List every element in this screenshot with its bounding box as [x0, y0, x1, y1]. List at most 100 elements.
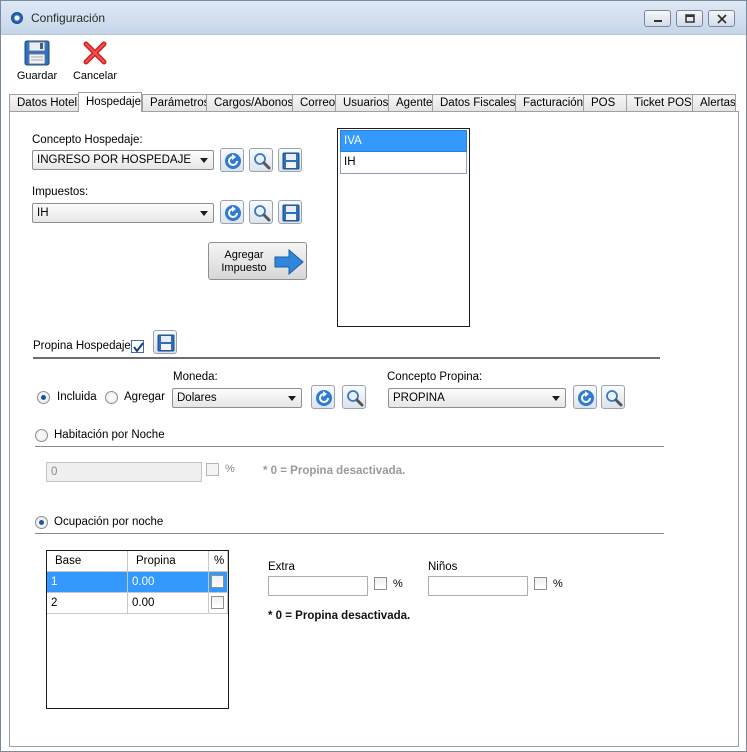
refresh-icon	[225, 205, 241, 221]
arrow-right-icon	[274, 249, 304, 275]
ninos-pct-checkbox[interactable]	[534, 577, 547, 590]
incluida-radio[interactable]	[37, 391, 50, 404]
tab-correo[interactable]: Correo	[292, 94, 336, 111]
cancel-button[interactable]: Cancelar	[71, 37, 119, 87]
search-icon	[347, 390, 364, 407]
grid-cell-propina[interactable]: 0.00	[128, 572, 209, 593]
configuracion-window: Configuración Guardar Cancelar Datos Hot…	[0, 0, 747, 752]
row-pct-checkbox[interactable]	[211, 575, 224, 588]
ocupacion-grid[interactable]: Base Propina % 1 0.00 2 0.00	[46, 550, 229, 709]
tab-alertas[interactable]: Alertas	[692, 94, 736, 111]
floppy-disk-icon	[24, 40, 50, 66]
extra-input[interactable]	[268, 576, 368, 596]
ninos-input[interactable]	[428, 576, 528, 596]
save-propina-button[interactable]	[153, 330, 177, 354]
tab-agente[interactable]: Agente	[388, 94, 433, 111]
ocupacion-note: * 0 = Propina desactivada.	[268, 610, 411, 622]
moneda-label: Moneda:	[173, 371, 218, 383]
search-icon	[254, 205, 271, 222]
concepto-hospedaje-label: Concepto Hospedaje:	[32, 134, 143, 146]
impuestos-value: IH	[37, 207, 49, 219]
habitacion-pct-checkbox[interactable]	[206, 463, 219, 476]
grid-cell-base[interactable]: 1	[47, 572, 128, 593]
list-item[interactable]: IVA	[340, 130, 467, 152]
ocupacion-por-noche-radio[interactable]	[35, 516, 48, 529]
grid-header-propina[interactable]: Propina	[128, 551, 209, 572]
search-impuestos-button[interactable]	[249, 200, 273, 224]
impuestos-select[interactable]: IH	[32, 203, 214, 223]
row-pct-checkbox[interactable]	[211, 596, 224, 609]
extra-pct-checkbox[interactable]	[374, 577, 387, 590]
tab-cargos-abonos[interactable]: Cargos/Abonos	[206, 94, 293, 111]
divider	[35, 533, 664, 534]
impuestos-label: Impuestos:	[32, 186, 89, 198]
habitacion-propina-input[interactable]: 0	[46, 462, 202, 482]
concepto-propina-label: Concepto Propina:	[387, 371, 483, 383]
restore-icon	[685, 14, 695, 23]
ninos-label: Niños	[428, 561, 458, 573]
tab-usuarios[interactable]: Usuarios	[335, 94, 389, 111]
propina-hospedaje-label: Propina Hospedaje	[33, 340, 131, 352]
refresh-icon	[316, 390, 332, 406]
tab-datos-fiscales[interactable]: Datos Fiscales	[432, 94, 516, 111]
refresh-icon	[225, 153, 241, 169]
checkmark-icon	[133, 342, 144, 353]
concepto-propina-value: PROPINA	[393, 392, 445, 404]
divider	[33, 357, 660, 359]
agregar-impuesto-button[interactable]: Agregar Impuesto	[208, 242, 307, 280]
tab-strip: Datos Hotel Hospedaje Parámetros Cargos/…	[9, 92, 739, 112]
refresh-concepto-button[interactable]	[220, 148, 244, 172]
save-button[interactable]: Guardar	[13, 37, 61, 87]
search-icon	[254, 153, 271, 170]
refresh-concepto-propina-button[interactable]	[573, 385, 597, 409]
concepto-propina-select[interactable]: PROPINA	[388, 388, 566, 408]
habitacion-por-noche-label: Habitación por Noche	[54, 429, 165, 441]
refresh-impuestos-button[interactable]	[220, 200, 244, 224]
moneda-value: Dolares	[177, 392, 217, 404]
propina-hospedaje-checkbox[interactable]	[131, 340, 144, 353]
chevron-down-icon	[200, 211, 208, 216]
window-title: Configuración	[31, 11, 106, 25]
save-label: Guardar	[16, 70, 58, 82]
search-concepto-button[interactable]	[249, 148, 273, 172]
grid-cell-pct[interactable]	[209, 572, 228, 593]
grid-header-base[interactable]: Base	[47, 551, 128, 572]
minimize-button[interactable]	[644, 10, 671, 27]
list-item[interactable]: IH	[340, 152, 467, 174]
moneda-select[interactable]: Dolares	[172, 388, 302, 408]
close-button[interactable]	[708, 10, 735, 27]
close-icon	[717, 14, 727, 24]
search-icon	[606, 390, 623, 407]
ocupacion-por-noche-label: Ocupación por noche	[54, 516, 164, 528]
save-concepto-button[interactable]	[278, 148, 302, 172]
refresh-moneda-button[interactable]	[311, 385, 335, 409]
incluida-label: Incluida	[57, 391, 97, 403]
taxes-listbox[interactable]: IVA IH	[337, 128, 470, 327]
tab-datos-hotel[interactable]: Datos Hotel	[9, 94, 79, 111]
concepto-hospedaje-value: INGRESO POR HOSPEDAJE	[37, 154, 192, 166]
chevron-down-icon	[200, 158, 208, 163]
search-concepto-propina-button[interactable]	[601, 385, 625, 409]
grid-header-pct[interactable]: %	[209, 551, 228, 572]
agregar-radio[interactable]	[105, 391, 118, 404]
grid-cell-base[interactable]: 2	[47, 593, 128, 614]
divider	[35, 446, 664, 447]
tab-ticket-pos[interactable]: Ticket POS	[626, 94, 693, 111]
habitacion-por-noche-radio[interactable]	[35, 429, 48, 442]
extra-label: Extra	[268, 561, 295, 573]
tab-parametros[interactable]: Parámetros	[142, 94, 207, 111]
maximize-button[interactable]	[676, 10, 703, 27]
tab-hospedaje[interactable]: Hospedaje	[78, 92, 142, 112]
floppy-disk-icon	[157, 334, 175, 352]
grid-cell-propina[interactable]: 0.00	[128, 593, 209, 614]
floppy-disk-icon	[282, 204, 300, 222]
extra-pct-label: %	[393, 578, 403, 590]
habitacion-note: * 0 = Propina desactivada.	[263, 465, 406, 477]
concepto-hospedaje-select[interactable]: INGRESO POR HOSPEDAJE	[32, 150, 214, 170]
tab-facturacion[interactable]: Facturación	[515, 94, 584, 111]
save-impuestos-button[interactable]	[278, 200, 302, 224]
grid-cell-pct[interactable]	[209, 593, 228, 614]
search-moneda-button[interactable]	[342, 385, 366, 409]
agregar-label: Agregar	[124, 391, 165, 403]
tab-pos[interactable]: POS	[583, 94, 627, 111]
